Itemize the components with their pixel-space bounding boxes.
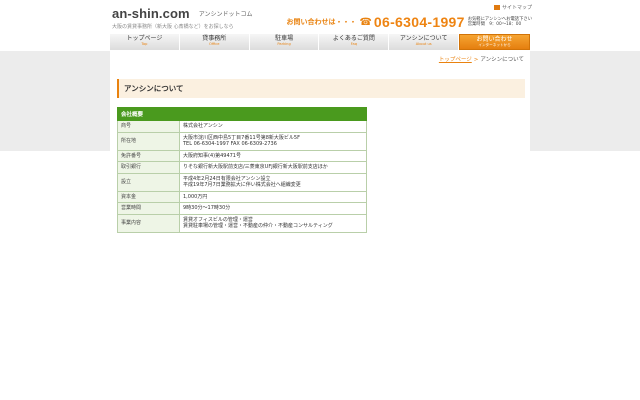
row-key: 取引銀行 bbox=[117, 161, 180, 174]
row-value: 大阪市淀川区西中島5丁目7番11号第8新大阪ビル5F TEL 06-6304-19… bbox=[179, 131, 367, 151]
value-line: 平成19年7月7日業務拡大に伴い株式会社へ組織変更 bbox=[183, 182, 301, 188]
row-value: 平成4年2月24日有限会社アンシン設立 平成19年7月7日業務拡大に伴い株式会社へ… bbox=[179, 172, 367, 192]
value-line: 平成4年2月24日有限会社アンシン設立 bbox=[183, 175, 271, 182]
nav-sublabel: Office bbox=[208, 42, 220, 46]
phone-number: 06-6304-1997 bbox=[373, 14, 465, 30]
table-row: 営業時間 9時30分〜17時30分 bbox=[117, 202, 367, 215]
row-value: 1,000万円 bbox=[179, 190, 367, 203]
nav-contact-button[interactable]: お問い合わせ インターネットから bbox=[459, 34, 530, 50]
row-value: りそな銀行新大阪駅前支店/三菱東京UFJ銀行新大阪駅前支店ほか bbox=[179, 161, 367, 174]
main-content: トップページ > アンシンについて アンシンについて 会社概要 商号 株式会社アンシン… bbox=[110, 51, 530, 400]
nav-office[interactable]: 貸事務所 Office bbox=[179, 34, 250, 50]
sitemap-label: サイトマップ bbox=[501, 5, 532, 11]
sitemap-link[interactable]: サイトマップ bbox=[493, 4, 532, 11]
sitemap-icon bbox=[493, 5, 500, 10]
value-line: TEL 06-6304-1997 FAX 06-6309-2736 bbox=[183, 141, 277, 147]
table-heading: 会社概要 bbox=[117, 107, 367, 121]
breadcrumb: トップページ > アンシンについて bbox=[439, 55, 524, 63]
site-logo[interactable]: an-shin.com bbox=[112, 6, 190, 21]
row-key: 商号 bbox=[117, 120, 180, 133]
logo-subtitle: アンシンドットコム bbox=[198, 11, 253, 18]
global-nav: トップページ Top 貸事務所 Office 駐車場 Parking よくあるご質問 F… bbox=[110, 34, 530, 50]
row-key: 事業内容 bbox=[117, 213, 180, 233]
value-line: 1,000万円 bbox=[183, 193, 208, 200]
table-row: 免許番号 大阪府知事(4)第49471号 bbox=[117, 149, 367, 162]
table-row: 設立 平成4年2月24日有限会社アンシン設立 平成19年7月7日業務拡大に伴い株式会… bbox=[117, 172, 367, 192]
nav-sublabel: About us bbox=[415, 42, 432, 46]
business-hours: お気軽にアンシンへお電話下さい 営業時間 9：00〜18：00 bbox=[468, 17, 532, 27]
table-row: 所在地 大阪市淀川区西中島5丁目7番11号第8新大阪ビル5F TEL 06-6304… bbox=[117, 131, 367, 151]
contact-phone: お問い合わせは・・・ ☎ 06-6304-1997 お気軽にアンシンへお電話下さ… bbox=[286, 14, 532, 30]
breadcrumb-current: アンシンについて bbox=[480, 57, 524, 63]
value-line: 大阪府知事(4)第49471号 bbox=[183, 152, 241, 159]
breadcrumb-home-link[interactable]: トップページ bbox=[439, 57, 472, 63]
row-key: 営業時間 bbox=[117, 202, 180, 215]
breadcrumb-separator: > bbox=[473, 57, 479, 63]
value-line: 株式会社アンシン bbox=[183, 123, 223, 129]
nav-top[interactable]: トップページ Top bbox=[110, 34, 180, 50]
nav-label: 貸事務所 bbox=[202, 35, 227, 42]
value-line: 9時30分〜17時30分 bbox=[183, 205, 231, 211]
nav-about[interactable]: アンシンについて About us bbox=[389, 34, 460, 50]
contact-label: お問い合わせは・・・ bbox=[286, 18, 357, 26]
nav-parking[interactable]: 駐車場 Parking bbox=[249, 34, 320, 50]
table-row: 商号 株式会社アンシン bbox=[117, 120, 367, 133]
row-key: 資本金 bbox=[117, 190, 180, 203]
row-key: 免許番号 bbox=[117, 149, 180, 162]
nav-faq[interactable]: よくあるご質問 Faq bbox=[319, 34, 390, 50]
table-row: 取引銀行 りそな銀行新大阪駅前支店/三菱東京UFJ銀行新大阪駅前支店ほか bbox=[117, 161, 367, 174]
value-line: 賃貸駐車場の管理・運営・不動産の仲介・不動産コンサルティング bbox=[183, 223, 333, 229]
row-value: 大阪府知事(4)第49471号 bbox=[179, 149, 367, 162]
nav-label: アンシンについて bbox=[399, 35, 448, 42]
nav-label: お問い合わせ bbox=[476, 36, 513, 43]
value-line: りそな銀行新大阪駅前支店/三菱東京UFJ銀行新大阪駅前支店ほか bbox=[183, 164, 328, 170]
nav-label: よくあるご質問 bbox=[332, 35, 375, 42]
nav-sublabel: Faq bbox=[350, 42, 358, 46]
row-key: 所在地 bbox=[117, 131, 180, 151]
nav-label: 駐車場 bbox=[275, 35, 294, 42]
table-row: 資本金 1,000万円 bbox=[117, 190, 367, 203]
value-line: 賃貸オフィスビルの管理・運営 bbox=[183, 216, 253, 223]
hours-line-2: 営業時間 9：00〜18：00 bbox=[467, 22, 522, 27]
nav-sublabel: Parking bbox=[277, 42, 291, 46]
table-row: 事業内容 賃貸オフィスビルの管理・運営 賃貸駐車場の管理・運営・不動産の仲介・不動産… bbox=[117, 213, 367, 233]
row-key: 設立 bbox=[117, 172, 180, 192]
nav-sublabel: インターネットから bbox=[478, 43, 511, 47]
row-value: 株式会社アンシン bbox=[179, 120, 367, 133]
site-header: an-shin.com アンシンドットコム 大阪の賃貸事務所（新大阪 心斎橋など… bbox=[112, 3, 532, 33]
phone-icon: ☎ bbox=[359, 16, 372, 28]
page-title: アンシンについて bbox=[117, 79, 525, 98]
row-value: 9時30分〜17時30分 bbox=[179, 202, 367, 215]
value-line: 大阪市淀川区西中島5丁目7番11号第8新大阪ビル5F bbox=[183, 134, 300, 141]
nav-sublabel: Top bbox=[141, 42, 148, 46]
row-value: 賃貸オフィスビルの管理・運営 賃貸駐車場の管理・運営・不動産の仲介・不動産コンサル… bbox=[179, 213, 367, 233]
company-info-table: 会社概要 商号 株式会社アンシン 所在地 大阪市淀川区西中島5丁目7番11号第8新大… bbox=[117, 107, 367, 233]
nav-label: トップページ bbox=[126, 35, 163, 42]
